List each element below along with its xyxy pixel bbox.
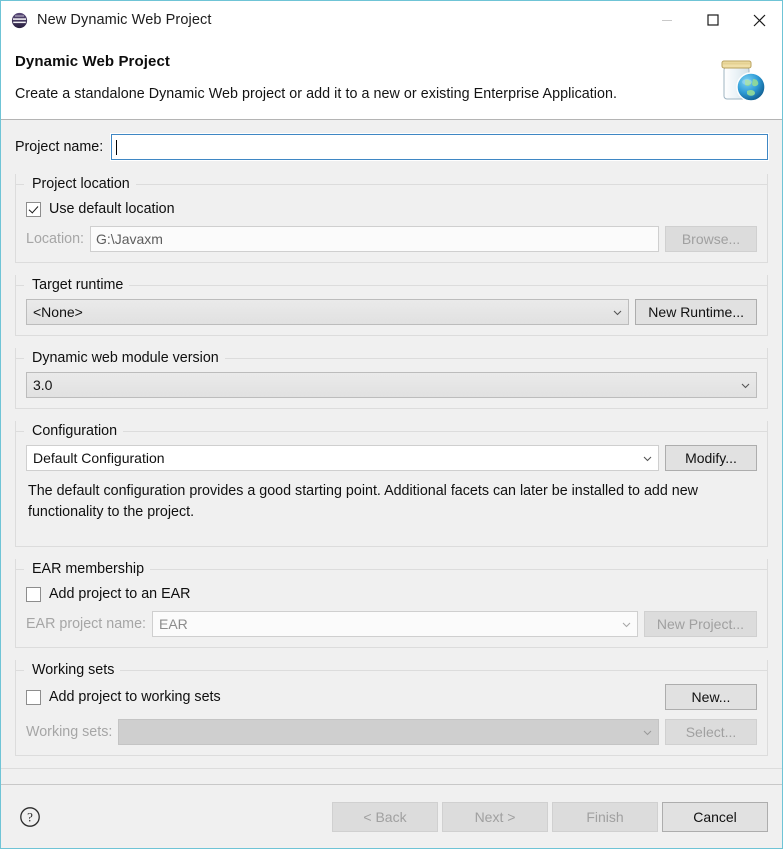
- ear-membership-legend: EAR membership: [16, 559, 767, 579]
- help-question-icon[interactable]: ?: [19, 806, 41, 828]
- chevron-down-icon: [739, 379, 752, 392]
- ear-project-name-select[interactable]: EAR: [152, 611, 638, 637]
- svg-text:?: ?: [27, 809, 33, 824]
- target-runtime-select[interactable]: <None>: [26, 299, 630, 325]
- location-row: Location: G:\Javaxm Browse...: [26, 226, 757, 252]
- use-default-location-checkbox[interactable]: [26, 201, 41, 217]
- configuration-row: Default Configuration Modify...: [26, 445, 757, 471]
- configuration-description: The default configuration provides a goo…: [28, 483, 699, 520]
- use-default-location-row[interactable]: Use default location: [26, 198, 757, 220]
- maximize-button[interactable]: [690, 1, 736, 39]
- target-runtime-group: Target runtime <None> New Runtime...: [15, 275, 768, 336]
- project-location-legend-text: Project location: [24, 176, 136, 192]
- add-to-working-sets-checkbox[interactable]: [26, 689, 41, 705]
- cancel-button[interactable]: Cancel: [662, 801, 768, 832]
- module-version-row: 3.0: [26, 372, 757, 398]
- project-name-input[interactable]: [110, 133, 769, 161]
- next-button[interactable]: Next >: [442, 801, 548, 832]
- new-dynamic-web-project-dialog: New Dynamic Web Project Dynamic Web Proj…: [0, 0, 783, 849]
- module-version-value: 3.0: [33, 377, 53, 393]
- ear-membership-legend-text: EAR membership: [24, 561, 151, 577]
- close-button[interactable]: [736, 1, 782, 39]
- chevron-down-icon: [620, 618, 633, 631]
- new-ear-project-button[interactable]: New Project...: [643, 611, 757, 637]
- new-runtime-button[interactable]: New Runtime...: [635, 299, 757, 325]
- maximize-icon: [707, 14, 719, 26]
- wizard-header: Dynamic Web Project Create a standalone …: [1, 39, 782, 120]
- window-title: New Dynamic Web Project: [37, 12, 212, 28]
- finish-button[interactable]: Finish: [552, 801, 658, 832]
- add-to-working-sets-row: Add project to working sets New...: [26, 684, 757, 710]
- dialog-footer: ? < Back Next > Finish Cancel: [1, 784, 782, 848]
- title-bar: New Dynamic Web Project: [1, 1, 782, 39]
- configuration-legend: Configuration: [16, 421, 767, 441]
- wizard-body: Project name: Project location Use defau…: [1, 120, 782, 784]
- project-name-row: Project name:: [15, 133, 769, 161]
- select-working-sets-button[interactable]: Select...: [665, 719, 757, 745]
- chevron-down-icon: [611, 306, 624, 319]
- working-sets-label: Working sets:: [26, 724, 113, 740]
- text-caret: [116, 139, 118, 155]
- add-project-to-ear-checkbox[interactable]: [26, 586, 41, 602]
- web-project-jar-globe-icon: [712, 53, 770, 109]
- ear-membership-group: EAR membership Add project to an EAR EAR…: [15, 559, 768, 648]
- footer-buttons: < Back Next > Finish Cancel: [332, 801, 768, 832]
- configuration-select[interactable]: Default Configuration: [26, 445, 659, 471]
- project-location-legend: Project location: [16, 174, 767, 194]
- page-title: Dynamic Web Project: [15, 53, 171, 70]
- location-value: G:\Javaxm: [96, 231, 163, 247]
- target-runtime-value: <None>: [33, 304, 83, 320]
- location-label: Location:: [26, 231, 85, 247]
- browse-button[interactable]: Browse...: [665, 226, 757, 252]
- working-sets-legend-text: Working sets: [24, 662, 121, 678]
- project-name-label: Project name:: [15, 139, 104, 155]
- working-sets-row: Working sets: Select...: [26, 719, 757, 745]
- target-runtime-row: <None> New Runtime...: [26, 299, 757, 325]
- module-version-legend: Dynamic web module version: [16, 348, 767, 368]
- add-project-to-ear-label: Add project to an EAR: [49, 586, 191, 602]
- chevron-down-icon: [641, 452, 654, 465]
- project-location-group: Project location Use default location Lo…: [15, 174, 768, 263]
- add-to-working-sets-label: Add project to working sets: [49, 689, 221, 705]
- working-sets-select[interactable]: [118, 719, 659, 745]
- new-working-set-button[interactable]: New...: [665, 684, 757, 710]
- eclipse-sphere-icon: [11, 12, 28, 29]
- working-sets-legend: Working sets: [16, 660, 767, 680]
- ear-project-name-label: EAR project name:: [26, 616, 146, 632]
- add-to-working-sets-checkrow[interactable]: Add project to working sets: [26, 686, 659, 708]
- module-version-group: Dynamic web module version 3.0: [15, 348, 768, 409]
- target-runtime-legend-text: Target runtime: [24, 277, 130, 293]
- working-sets-group: Working sets Add project to working sets…: [15, 660, 768, 756]
- ear-project-name-row: EAR project name: EAR New Project...: [26, 611, 757, 637]
- ear-project-name-value: EAR: [159, 616, 188, 632]
- module-version-legend-text: Dynamic web module version: [24, 350, 225, 366]
- minimize-button[interactable]: [644, 1, 690, 39]
- configuration-group: Configuration Default Configuration Modi…: [15, 421, 768, 547]
- module-version-select[interactable]: 3.0: [26, 372, 757, 398]
- add-project-to-ear-row[interactable]: Add project to an EAR: [26, 583, 757, 605]
- modify-button[interactable]: Modify...: [665, 445, 757, 471]
- window-controls: [644, 1, 782, 39]
- page-description: Create a standalone Dynamic Web project …: [15, 86, 618, 102]
- minimize-icon: [662, 20, 672, 21]
- target-runtime-legend: Target runtime: [16, 275, 767, 295]
- back-button[interactable]: < Back: [332, 801, 438, 832]
- location-input[interactable]: G:\Javaxm: [90, 226, 659, 252]
- empty-panel: [1, 768, 782, 784]
- chevron-down-icon: [641, 726, 654, 739]
- configuration-legend-text: Configuration: [24, 423, 124, 439]
- use-default-location-label: Use default location: [49, 201, 175, 217]
- configuration-value: Default Configuration: [33, 450, 165, 466]
- close-icon: [753, 14, 765, 26]
